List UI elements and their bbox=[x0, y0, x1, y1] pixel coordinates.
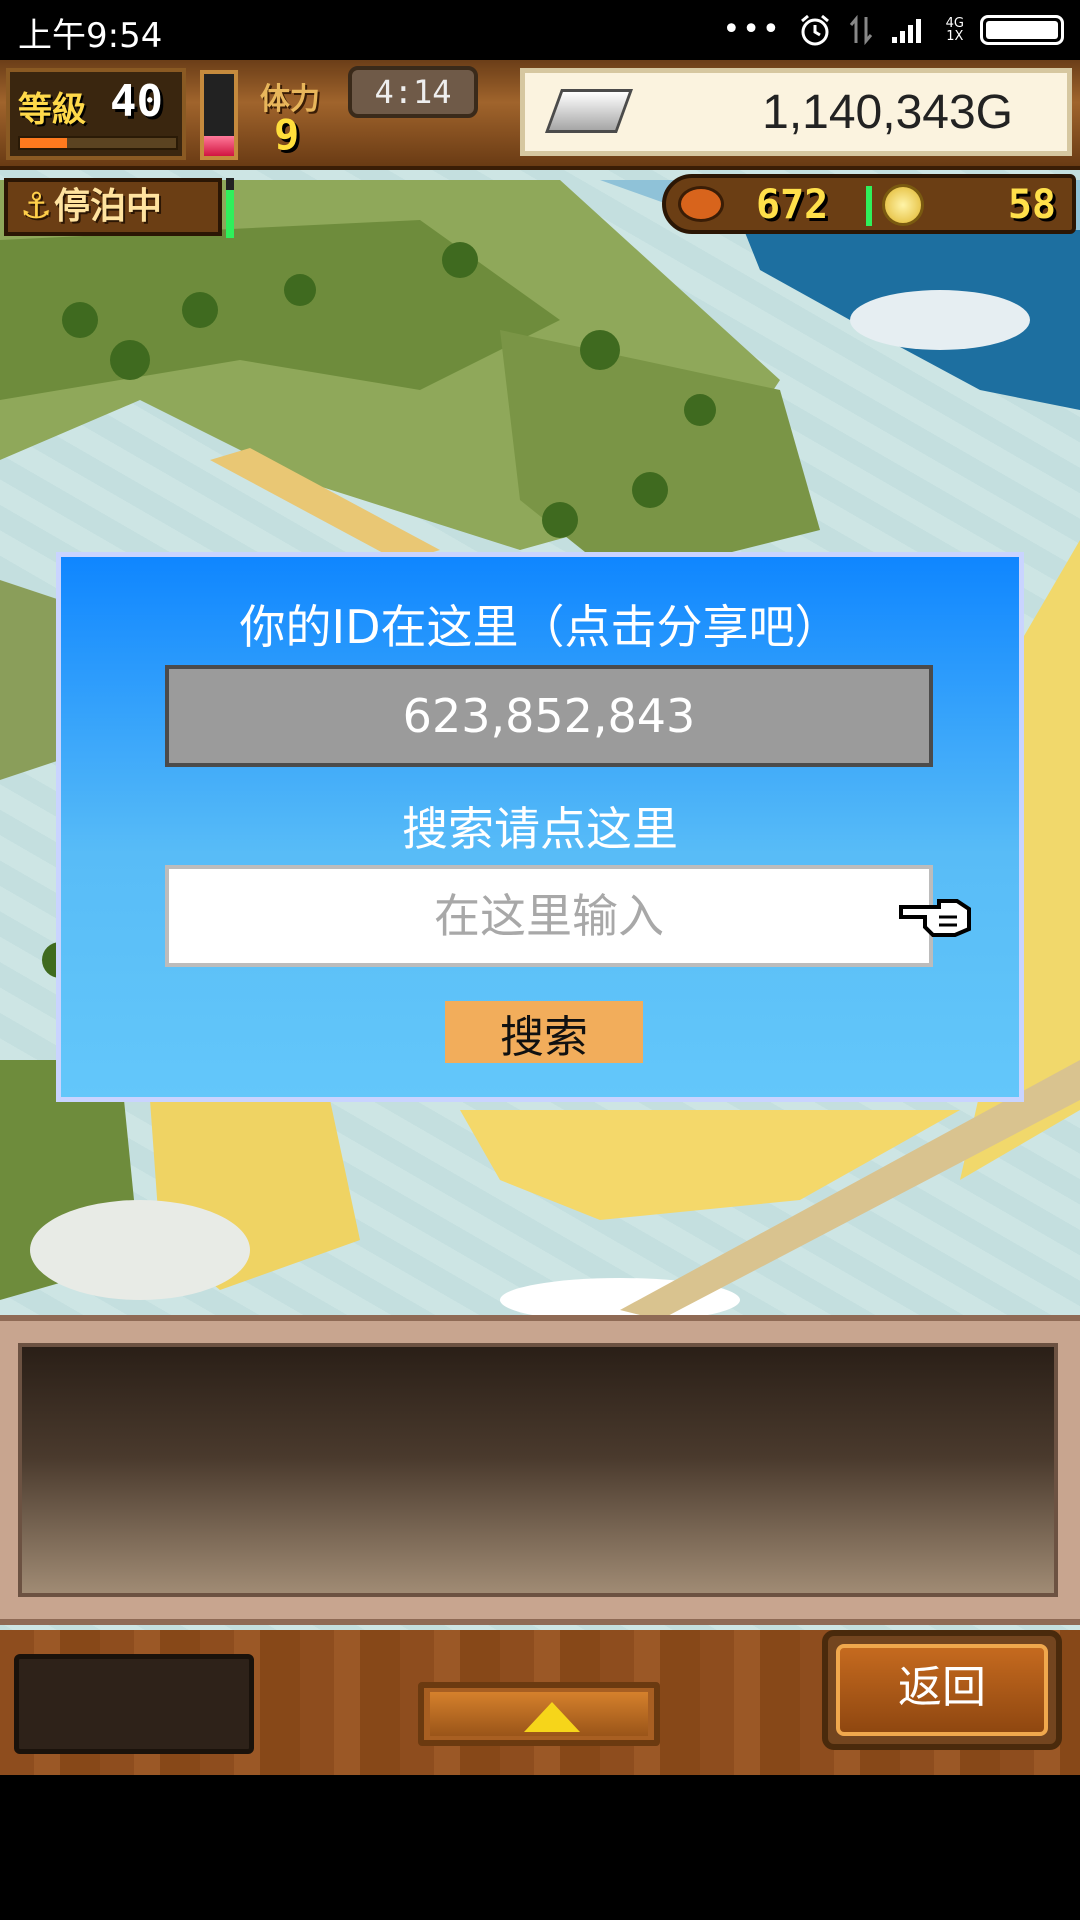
message-panel bbox=[0, 1315, 1080, 1625]
level-label: 等級 bbox=[18, 90, 86, 130]
stamina-value: 9 bbox=[274, 110, 300, 159]
resource-divider bbox=[866, 186, 872, 226]
back-button-label: 返回 bbox=[836, 1644, 1048, 1736]
expand-menu-button[interactable] bbox=[418, 1682, 660, 1746]
level-progress-fill bbox=[20, 138, 67, 148]
level-box: 等級 40 bbox=[6, 68, 186, 160]
friend-id-dialog: 你的ID在这里（点击分享吧） 623,852,843 搜索请点这里 搜索 bbox=[56, 552, 1024, 1102]
id-heading[interactable]: 你的ID在这里（点击分享吧） bbox=[61, 591, 1019, 657]
player-id-field[interactable]: 623,852,843 bbox=[165, 665, 933, 767]
network-type: 4G 1X bbox=[945, 16, 964, 44]
status-icons: ••• 4G 1X bbox=[723, 10, 1064, 50]
alarm-icon bbox=[800, 14, 829, 46]
expand-button-face bbox=[430, 1692, 648, 1736]
meat-icon bbox=[678, 186, 724, 222]
search-input[interactable] bbox=[165, 865, 933, 967]
stamina-gauge-fill bbox=[204, 135, 234, 156]
food-value: 672 bbox=[756, 182, 829, 228]
more-dots-icon: ••• bbox=[722, 12, 782, 47]
mooring-status-badge: ⚓停泊中 bbox=[4, 178, 222, 236]
stamina-timer: 4:14 bbox=[348, 66, 478, 118]
gold-value: 1,140,343G bbox=[762, 86, 1013, 139]
gold-display: 1,140,343G bbox=[520, 68, 1072, 156]
silver-bar-icon bbox=[544, 89, 634, 133]
coin-value: 58 bbox=[1007, 182, 1056, 228]
message-box bbox=[18, 1343, 1058, 1597]
battery-level bbox=[986, 21, 1058, 39]
search-heading: 搜索请点这里 bbox=[402, 802, 678, 856]
level-progress-bar bbox=[18, 136, 178, 150]
resource-panel: 672 58 bbox=[662, 174, 1076, 234]
stamina-gauge bbox=[200, 70, 238, 160]
signal-icon bbox=[891, 19, 921, 43]
status-time: 上午9:54 bbox=[18, 16, 163, 56]
search-button[interactable]: 搜索 bbox=[445, 1001, 643, 1063]
status-bar: 上午9:54 ••• 4G 1X bbox=[0, 0, 1080, 60]
back-button[interactable]: 返回 bbox=[822, 1630, 1062, 1750]
game-screen: 等級 40 体力 9 4:14 1,140,343G ⚓停泊中 672 58 你… bbox=[0, 60, 1080, 1775]
coin-icon bbox=[882, 184, 924, 226]
data-transfer-icon bbox=[849, 14, 872, 46]
anchor-icon: ⚓ bbox=[20, 186, 53, 227]
mooring-status-text: 停泊中 bbox=[54, 186, 163, 227]
empty-slot[interactable] bbox=[14, 1654, 254, 1754]
mooring-gauge-fill bbox=[226, 190, 234, 238]
battery-icon bbox=[980, 15, 1064, 45]
top-hud: 等級 40 体力 9 4:14 1,140,343G bbox=[0, 60, 1080, 170]
up-arrow-icon bbox=[524, 1702, 580, 1732]
mooring-gauge bbox=[226, 178, 234, 238]
pointing-hand-icon bbox=[899, 899, 971, 937]
level-value: 40 bbox=[110, 76, 163, 127]
